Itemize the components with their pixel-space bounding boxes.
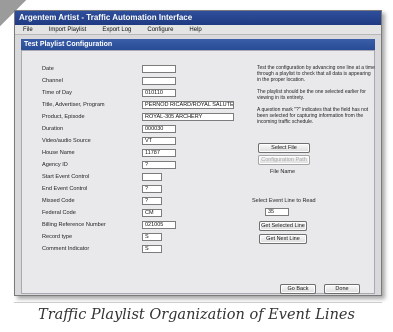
billing-reference-input[interactable]: 021005: [142, 221, 176, 229]
record-type-input[interactable]: S: [142, 233, 162, 241]
window-title: Argentem Artist - Traffic Automation Int…: [15, 11, 381, 25]
menu-file[interactable]: File: [23, 25, 33, 34]
comment-indicator-input[interactable]: S: [142, 245, 162, 253]
agency-id-input[interactable]: ?: [142, 161, 176, 169]
done-button[interactable]: Done: [324, 284, 360, 294]
configuration-path-button[interactable]: Configuration Path: [258, 155, 310, 165]
field-label-agency-id: Agency ID: [42, 162, 68, 168]
menu-import-playlist[interactable]: Import Playlist: [49, 25, 87, 34]
menu-export-log[interactable]: Export Log: [102, 25, 131, 34]
time-of-day-input[interactable]: 010110: [142, 89, 176, 97]
title-advertiser-input[interactable]: PERNOD RICARD/ROYAL SALUTE: [142, 101, 234, 109]
app-window: Argentem Artist - Traffic Automation Int…: [14, 10, 382, 296]
photo-frame: Argentem Artist - Traffic Automation Int…: [0, 0, 393, 332]
field-label-duration: Duration: [42, 126, 64, 132]
panel-title: Test Playlist Configuration: [21, 39, 375, 50]
menu-configure[interactable]: Configure: [147, 25, 173, 34]
field-label-end-event-control: End Event Control: [42, 186, 88, 192]
field-label-record-type: Record type: [42, 234, 73, 240]
field-label-comment-indicator: Comment Indicator: [42, 246, 90, 252]
go-back-button[interactable]: Go Back: [280, 284, 316, 294]
select-file-button[interactable]: Select File: [258, 143, 310, 153]
info-paragraph-playlist: The playlist should be the one selected …: [257, 89, 366, 101]
field-label-missed-code: Missed Code: [42, 198, 75, 204]
event-line-input[interactable]: 35: [265, 208, 289, 216]
get-selected-line-button[interactable]: Get Selected Line: [259, 221, 307, 231]
field-label-channel: Channel: [42, 78, 63, 84]
house-name-input[interactable]: 11787: [142, 149, 176, 157]
field-label-product-episode: Product, Episode: [42, 114, 85, 120]
info-paragraph-question-mark: A question mark "?" indicates that the f…: [257, 107, 369, 125]
federal-code-input[interactable]: CM: [142, 209, 162, 217]
end-event-control-input[interactable]: ?: [142, 185, 162, 193]
product-episode-input[interactable]: ROYAL-305 ARCHERY: [142, 113, 234, 121]
menu-bar: File Import Playlist Export Log Configur…: [15, 25, 381, 35]
date-input[interactable]: [142, 65, 176, 73]
config-panel: Date Channel Time of Day Title, Advertis…: [21, 50, 375, 294]
figure-caption: Traffic Playlist Organization of Event L…: [38, 307, 355, 323]
missed-code-input[interactable]: ?: [142, 197, 162, 205]
info-paragraph-test: Test the configuration by advancing one …: [257, 65, 375, 83]
field-label-title-advertiser: Title, Advertiser, Program: [42, 102, 105, 108]
field-label-time-of-day: Time of Day: [42, 90, 72, 96]
field-label-billing-reference: Billing Reference Number: [42, 222, 106, 228]
get-next-line-button[interactable]: Get Next Line: [259, 234, 307, 244]
file-name-label: File Name: [270, 169, 296, 175]
video-audio-source-input[interactable]: VT: [142, 137, 176, 145]
field-label-federal-code: Federal Code: [42, 210, 76, 216]
start-event-control-input[interactable]: [142, 173, 162, 181]
select-event-line-label: Select Event Line to Read: [252, 198, 316, 204]
field-label-start-event-control: Start Event Control: [42, 174, 90, 180]
channel-input[interactable]: [142, 77, 176, 85]
field-label-video-audio-source: Video/audio Source: [42, 138, 91, 144]
menu-help[interactable]: Help: [189, 25, 201, 34]
duration-input[interactable]: 000030: [142, 125, 176, 133]
field-label-date: Date: [42, 66, 54, 72]
field-label-house-name: House Name: [42, 150, 75, 156]
divider: [14, 302, 382, 303]
